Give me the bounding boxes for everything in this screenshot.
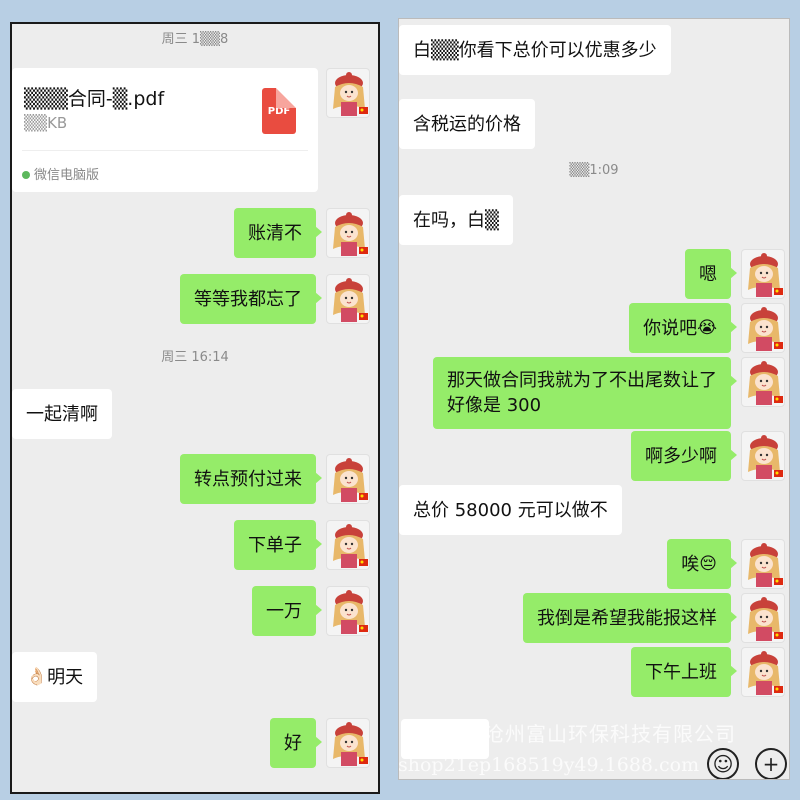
ok-hand-emoji: 👌🏻 xyxy=(26,666,48,687)
sent-message[interactable]: 下午上班 xyxy=(631,647,737,697)
message-row xyxy=(12,68,370,118)
received-message-partial[interactable] xyxy=(401,719,489,759)
file-source: 微信电脑版 xyxy=(22,164,99,183)
received-message[interactable]: 白▒▒你看下总价可以优惠多少 xyxy=(399,25,671,75)
message-row: 嗯 xyxy=(399,249,785,299)
avatar[interactable] xyxy=(741,357,785,407)
message-row: 👌🏻 明天 xyxy=(12,652,98,702)
watermark-url: shop21ep168519y49.1688.com xyxy=(398,754,700,776)
sent-message[interactable]: 下单子 xyxy=(234,520,322,570)
message-row: 含税运的价格 xyxy=(399,99,535,149)
message-row: 我倒是希望我能报这样 xyxy=(399,593,785,643)
avatar[interactable] xyxy=(326,520,370,570)
file-source-label: 微信电脑版 xyxy=(34,168,100,183)
message-text: 明天 xyxy=(47,666,84,688)
sent-message[interactable]: 我倒是希望我能报这样 xyxy=(523,593,737,643)
emoji-button[interactable]: ☺ xyxy=(707,748,739,779)
avatar[interactable] xyxy=(741,539,785,589)
timestamp: 周三 16:14 xyxy=(161,350,229,365)
avatar[interactable] xyxy=(326,208,370,258)
sent-message[interactable]: 嗯 xyxy=(685,249,737,299)
avatar[interactable] xyxy=(741,303,785,353)
divider xyxy=(22,150,308,151)
avatar[interactable] xyxy=(741,249,785,299)
sent-message[interactable]: 那天做合同我就为了不出尾数让了 好像是 300 xyxy=(433,357,737,429)
message-row: 一起清啊 xyxy=(12,389,112,439)
message-text: 唉 xyxy=(681,553,700,575)
message-row: 一万 xyxy=(12,586,370,636)
received-message[interactable]: 一起清啊 xyxy=(12,389,112,439)
message-line: 那天做合同我就为了不出尾数让了 xyxy=(447,370,717,391)
sent-message[interactable]: 一万 xyxy=(252,586,322,636)
message-row: 下午上班 xyxy=(399,647,785,697)
message-text: 你说吧 xyxy=(643,317,698,339)
avatar[interactable] xyxy=(326,454,370,504)
message-row: 账清不 xyxy=(12,208,370,258)
wechat-icon xyxy=(22,171,30,179)
timestamp: 周三 1▒▒8 xyxy=(161,32,229,47)
message-row: 下单子 xyxy=(12,520,370,570)
avatar[interactable] xyxy=(741,647,785,697)
sent-message[interactable]: 好 xyxy=(270,718,322,768)
message-row: 总价 58000 元可以做不 xyxy=(399,485,622,535)
plus-button[interactable]: + xyxy=(755,748,787,779)
left-chat-panel: 周三 1▒▒8 ▒▒▒合同-▒.pdf ▒▒KB PDF 微信电脑版 账清不 等… xyxy=(10,22,380,794)
message-row: 等等我都忘了 xyxy=(12,274,370,324)
message-row: 唉 😔 xyxy=(399,539,785,589)
sad-face-emoji: 😔 xyxy=(699,553,717,574)
sent-message[interactable]: 账清不 xyxy=(234,208,322,258)
avatar[interactable] xyxy=(741,593,785,643)
right-chat-panel: 白▒▒你看下总价可以优惠多少 含税运的价格 ▒▒1:09 在吗，白▒ 嗯 你说吧… xyxy=(398,18,790,780)
sent-message[interactable]: 啊多少啊 xyxy=(631,431,737,481)
received-message[interactable]: 在吗，白▒ xyxy=(399,195,513,245)
message-row: 在吗，白▒ xyxy=(399,195,513,245)
avatar[interactable] xyxy=(326,68,370,118)
avatar[interactable] xyxy=(741,431,785,481)
message-row: 转点预付过来 xyxy=(12,454,370,504)
timestamp: ▒▒1:09 xyxy=(569,163,619,178)
watermark-company: 沧州富山环保科技有限公司 xyxy=(484,722,736,746)
avatar[interactable] xyxy=(326,586,370,636)
message-row: 啊多少啊 xyxy=(399,431,785,481)
avatar[interactable] xyxy=(326,274,370,324)
message-line: 好像是 300 xyxy=(447,395,542,416)
sent-message[interactable]: 转点预付过来 xyxy=(180,454,322,504)
message-row: 白▒▒你看下总价可以优惠多少 xyxy=(399,25,671,75)
sent-message[interactable]: 等等我都忘了 xyxy=(180,274,322,324)
message-row: 好 xyxy=(12,718,370,768)
avatar[interactable] xyxy=(326,718,370,768)
message-row: 那天做合同我就为了不出尾数让了 好像是 300 xyxy=(399,357,785,429)
sent-message[interactable]: 唉 😔 xyxy=(667,539,737,589)
sent-message[interactable]: 你说吧 😭 xyxy=(629,303,737,353)
received-message[interactable]: 总价 58000 元可以做不 xyxy=(399,485,622,535)
received-message[interactable]: 含税运的价格 xyxy=(399,99,535,149)
message-row: 你说吧 😭 xyxy=(399,303,785,353)
crying-emoji: 😭 xyxy=(697,317,717,338)
received-message[interactable]: 👌🏻 明天 xyxy=(12,652,98,702)
